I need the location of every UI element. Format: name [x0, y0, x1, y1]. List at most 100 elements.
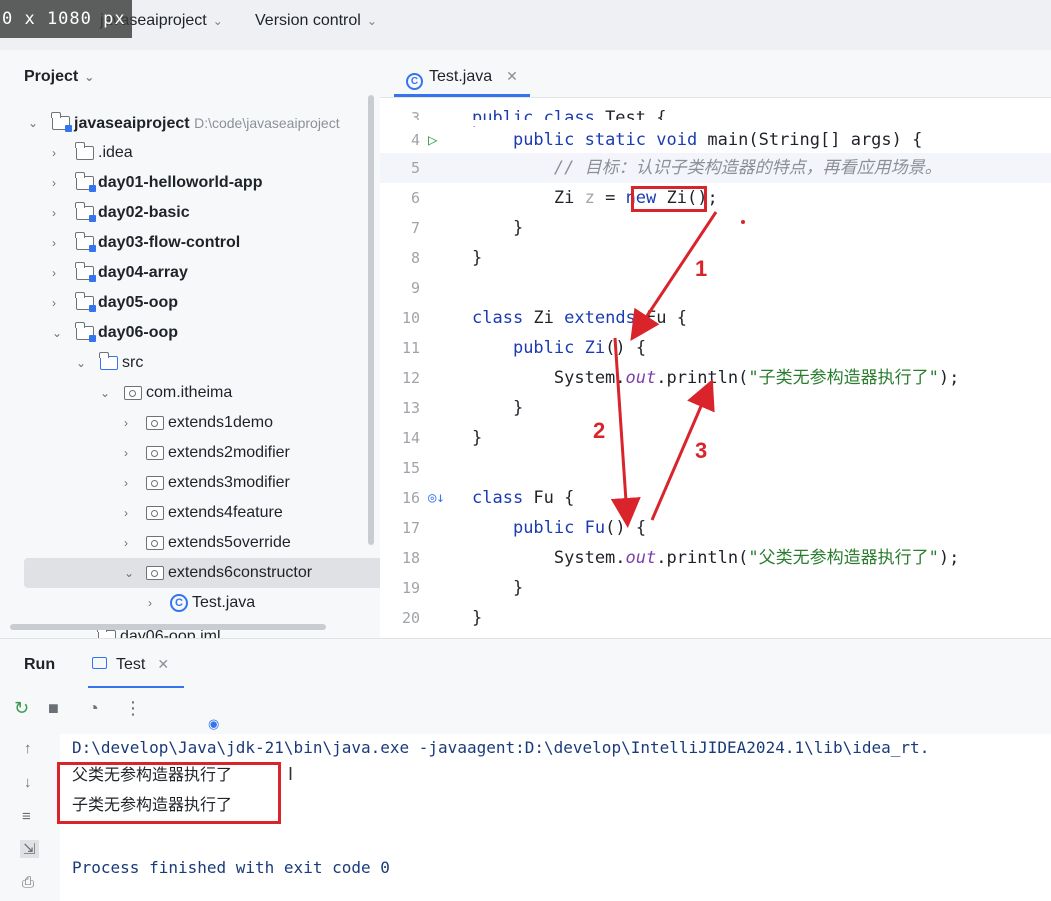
tree-row-idea[interactable]: › .idea [0, 138, 380, 168]
tree-row-day04[interactable]: › day04-array [0, 258, 380, 288]
package-icon [146, 536, 164, 550]
tab-test-java[interactable]: C Test.java ✕ [394, 50, 530, 97]
tree-item-label: day04-array [98, 264, 188, 281]
chevron-down-icon[interactable]: ⌄ [52, 318, 62, 348]
dimension-overlay: 0 x 1080 px [0, 0, 132, 38]
module-folder-icon [51, 112, 72, 132]
chevron-down-icon[interactable]: ⌄ [28, 108, 38, 138]
package-icon [146, 446, 164, 460]
tree-item-label: Test.java [192, 594, 256, 611]
chevron-right-icon[interactable]: › [52, 288, 56, 318]
tree-row-extends5override[interactable]: › extends5override [0, 528, 380, 558]
tab-label: Test.java [429, 68, 493, 85]
console-output[interactable]: D:\develop\Java\jdk-21\bin\java.exe -jav… [57, 716, 1051, 901]
tree-row-root[interactable]: ⌄ javaseaiproject D:\code\javaseaiprojec… [0, 108, 380, 138]
chevron-right-icon[interactable]: › [52, 198, 56, 228]
tree-row-day01[interactable]: › day01-helloworld-app [0, 168, 380, 198]
module-folder-icon [75, 202, 96, 222]
annotation-label: 2 [593, 418, 606, 443]
tab-run-test[interactable]: Test ✕ [88, 639, 184, 689]
module-folder-icon [75, 232, 96, 252]
tree-item-label: extends3modifier [168, 474, 290, 491]
annotation-label: 3 [695, 438, 708, 463]
chevron-right-icon[interactable]: › [148, 588, 152, 618]
tree-item-label: day06-oop [98, 324, 179, 341]
console-icon [92, 657, 107, 669]
tree-item-label: extends4feature [168, 504, 283, 521]
chevron-right-icon[interactable]: › [124, 438, 128, 468]
output-highlight-box [57, 762, 281, 824]
horizontal-scrollbar[interactable] [10, 624, 326, 630]
tree-row-day06[interactable]: ⌄ day06-oop [0, 318, 380, 348]
tree-item-label: extends6constructor [168, 564, 313, 581]
tree-row-test-java[interactable]: › C Test.java [0, 588, 380, 618]
java-class-icon: C [170, 594, 188, 612]
tree-item-label: day05-oop [98, 294, 179, 311]
stop-icon[interactable]: ■ [48, 698, 59, 719]
package-icon [146, 566, 164, 580]
tree-item-label: day03-flow-control [98, 234, 241, 251]
soft-wrap-icon[interactable]: ≡ [22, 808, 31, 825]
print-icon[interactable]: ⎙ [22, 874, 34, 891]
scroll-to-end-icon[interactable]: ⇲ [20, 840, 39, 858]
console-exit-line: Process finished with exit code 0 [72, 858, 390, 877]
chevron-down-icon[interactable]: ⌄ [76, 348, 86, 378]
rerun-icon[interactable]: ↻ [14, 698, 29, 719]
annotation-label: 1 [695, 256, 708, 281]
chevron-right-icon[interactable]: › [124, 498, 128, 528]
chevron-right-icon[interactable]: › [124, 468, 128, 498]
scroll-down-icon[interactable]: ↓ [24, 774, 32, 791]
source-folder-icon [99, 352, 118, 370]
settings-icon[interactable]: ◔ [88, 698, 99, 719]
tree-row-day03[interactable]: › day03-flow-control [0, 228, 380, 258]
folder-icon [75, 142, 94, 160]
tree-row-src[interactable]: ⌄ src [0, 348, 380, 378]
vertical-scrollbar[interactable] [368, 95, 374, 545]
tree-row-extends2modifier[interactable]: › extends2modifier [0, 438, 380, 468]
run-tab-label: Test [116, 656, 146, 673]
editor-tab-bar: C Test.java ✕ [380, 50, 1051, 98]
tree-row-day02[interactable]: › day02-basic [0, 198, 380, 228]
tree-item-label: src [122, 354, 144, 371]
agent-icon: ◉ [208, 716, 220, 731]
chevron-right-icon[interactable]: › [52, 258, 56, 288]
tree-row-extends3modifier[interactable]: › extends3modifier [0, 468, 380, 498]
iml-file-icon [97, 626, 116, 638]
package-icon [124, 386, 142, 400]
version-control-menu[interactable]: Version control ⌄ [255, 12, 377, 30]
close-icon[interactable]: ✕ [506, 68, 518, 84]
project-panel-title[interactable]: Project ⌄ [24, 68, 94, 86]
tree-item-label: day02-basic [98, 204, 190, 221]
chevron-down-icon: ⌄ [212, 14, 223, 28]
chevron-down-icon[interactable]: ⌄ [124, 558, 134, 588]
more-options-icon[interactable]: ⋮ [124, 698, 142, 719]
scroll-up-icon[interactable]: ↑ [24, 740, 32, 757]
chevron-right-icon[interactable]: › [52, 168, 56, 198]
chevron-right-icon[interactable]: › [124, 408, 128, 438]
close-icon[interactable]: ✕ [157, 656, 169, 672]
tree-row-package[interactable]: ⌄ com.itheima [0, 378, 380, 408]
chevron-right-icon[interactable]: › [52, 138, 56, 168]
tree-item-label: .idea [98, 144, 133, 161]
tree-row-extends6constructor[interactable]: ⌄ extends6constructor [24, 558, 380, 588]
tree-item-label: extends2modifier [168, 444, 290, 461]
chevron-right-icon[interactable]: › [124, 528, 128, 558]
chevron-down-icon: ⌄ [84, 70, 95, 84]
package-icon [146, 416, 164, 430]
tree-item-label: extends1demo [168, 414, 273, 431]
tree-item-label: com.itheima [146, 384, 233, 401]
chevron-down-icon: ⌄ [366, 14, 377, 28]
package-icon [146, 506, 164, 520]
tree-row-day05[interactable]: › day05-oop [0, 288, 380, 318]
code-editor[interactable]: 3 public class Test { 4 ▷ public static vo… [380, 98, 1051, 638]
title-bar: javaseaiproject ⌄ Version control ⌄ 0 x 10… [0, 0, 1051, 50]
run-toolbar: ↻ ■ ◔ ⋮ [0, 688, 1051, 734]
tree-row-extends4feature[interactable]: › extends4feature [0, 498, 380, 528]
chevron-right-icon[interactable]: › [52, 228, 56, 258]
chevron-down-icon[interactable]: ⌄ [100, 378, 110, 408]
tree-item-label: extends5override [168, 534, 291, 551]
module-folder-icon [75, 322, 96, 342]
text-cursor-icon: I [288, 764, 294, 784]
tree-row-extends1demo[interactable]: › extends1demo [0, 408, 380, 438]
module-folder-icon [75, 262, 96, 282]
